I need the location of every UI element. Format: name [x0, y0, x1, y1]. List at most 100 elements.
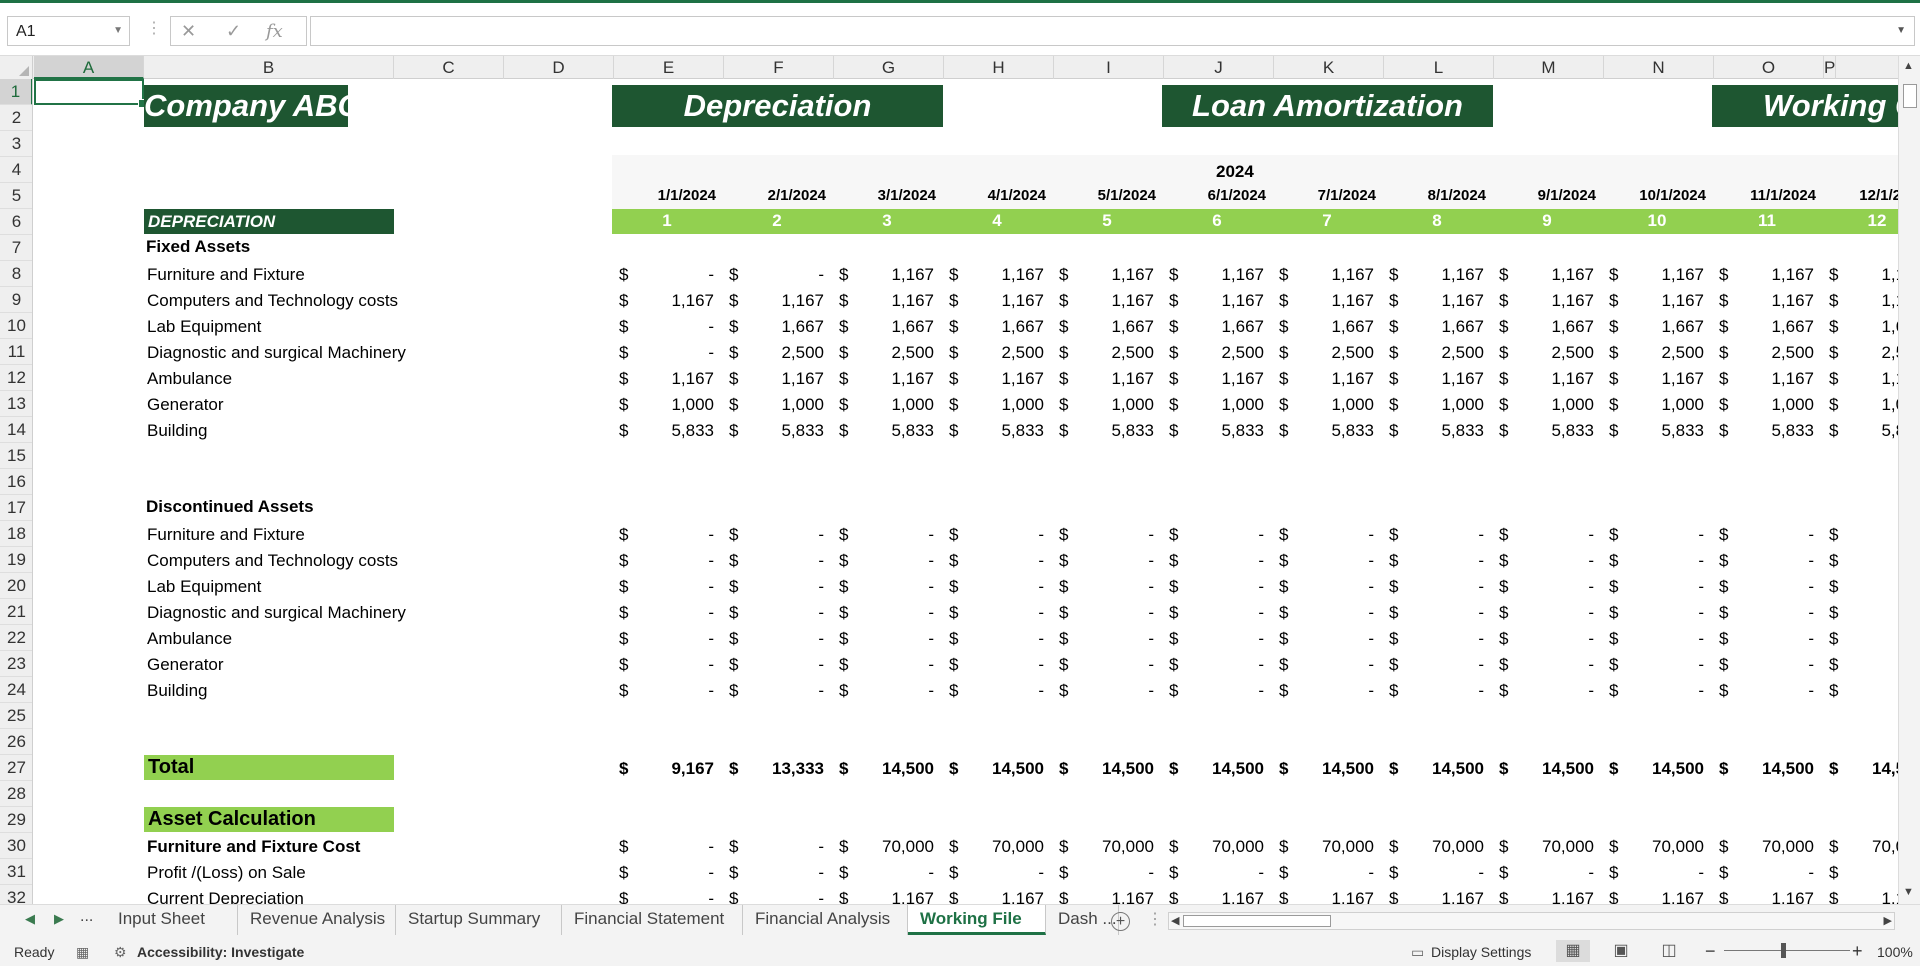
horizontal-scrollbar[interactable]: ◀ ▶: [1168, 912, 1895, 930]
column-header-b[interactable]: B: [144, 56, 394, 79]
column-header-k[interactable]: K: [1274, 56, 1384, 79]
prev-sheet-icon[interactable]: ◀: [25, 911, 35, 927]
sheet-tab[interactable]: Dash ...: [1046, 905, 1119, 935]
value-cell: 2,500: [1001, 343, 1044, 362]
row-header-12[interactable]: 12: [0, 365, 32, 391]
display-settings-button[interactable]: Display Settings: [1431, 944, 1531, 960]
column-header-l[interactable]: L: [1384, 56, 1494, 79]
zoom-in-icon[interactable]: +: [1852, 941, 1863, 962]
page-layout-icon[interactable]: ▣: [1604, 940, 1638, 962]
row-header-27[interactable]: 27: [0, 755, 32, 781]
column-header-j[interactable]: J: [1164, 56, 1274, 79]
row-header-18[interactable]: 18: [0, 521, 32, 547]
row-header-2[interactable]: 2: [0, 105, 32, 131]
page-break-preview-icon[interactable]: ◫: [1652, 940, 1686, 962]
more-sheets-button[interactable]: ...: [80, 908, 93, 926]
value-cell: 1,167: [1001, 291, 1044, 310]
column-header-o[interactable]: O: [1714, 56, 1824, 79]
normal-view-icon[interactable]: ▦: [1556, 940, 1590, 962]
sheet-tab[interactable]: Revenue Analysis: [238, 905, 396, 935]
column-header-i[interactable]: I: [1054, 56, 1164, 79]
row-header-7[interactable]: 7: [0, 235, 32, 261]
column-header-f[interactable]: F: [724, 56, 834, 79]
row-header-15[interactable]: 15: [0, 443, 32, 469]
column-header-n[interactable]: N: [1604, 56, 1714, 79]
scroll-right-icon[interactable]: ▶: [1884, 914, 1892, 927]
row-header-22[interactable]: 22: [0, 625, 32, 651]
name-box-value: A1: [16, 23, 36, 40]
column-header-g[interactable]: G: [834, 56, 944, 79]
row-header-31[interactable]: 31: [0, 859, 32, 885]
row-header-17[interactable]: 17: [0, 495, 32, 521]
sheet-tab[interactable]: Startup Summary: [396, 905, 562, 935]
sheet-tab[interactable]: Working File: [908, 905, 1046, 935]
column-header-e[interactable]: E: [614, 56, 724, 79]
row-header-29[interactable]: 29: [0, 807, 32, 833]
vertical-scroll-thumb[interactable]: [1903, 84, 1917, 108]
column-header-h[interactable]: H: [944, 56, 1054, 79]
formula-input[interactable]: ▼: [310, 16, 1915, 46]
row-header-3[interactable]: 3: [0, 131, 32, 157]
sheet-tab[interactable]: Input Sheet: [106, 905, 238, 935]
chevron-down-icon[interactable]: ▼: [113, 25, 123, 36]
insert-function-icon[interactable]: fx: [266, 21, 283, 42]
row-header-14[interactable]: 14: [0, 417, 32, 443]
column-header-d[interactable]: D: [504, 56, 614, 79]
expand-formula-icon[interactable]: ▼: [1896, 25, 1906, 36]
select-all-button[interactable]: [0, 56, 33, 79]
sheet-tab[interactable]: Financial Analysis: [743, 905, 908, 935]
accessibility-icon[interactable]: ⚙: [114, 944, 127, 961]
row-header-21[interactable]: 21: [0, 599, 32, 625]
value-cell: 70,000: [1872, 837, 1898, 856]
row-header-8[interactable]: 8: [0, 261, 32, 287]
sheet-tab[interactable]: Financial Statement: [562, 905, 743, 935]
active-cell[interactable]: [34, 79, 147, 108]
macro-record-icon[interactable]: ▦: [76, 944, 89, 961]
row-header-13[interactable]: 13: [0, 391, 32, 417]
row-header-10[interactable]: 10: [0, 313, 32, 339]
column-header-c[interactable]: C: [394, 56, 504, 79]
column-header-a[interactable]: A: [34, 56, 144, 79]
row-header-28[interactable]: 28: [0, 781, 32, 807]
tab-split-handle[interactable]: ⋮: [1147, 909, 1163, 929]
name-box[interactable]: A1 ▼: [7, 16, 130, 46]
vertical-scrollbar[interactable]: ▲ ▼: [1898, 56, 1920, 904]
accessibility-status[interactable]: Accessibility: Investigate: [137, 944, 304, 960]
row-header-30[interactable]: 30: [0, 833, 32, 859]
cancel-icon[interactable]: ✕: [181, 21, 196, 42]
value-cell: -: [1808, 629, 1814, 648]
zoom-slider-thumb[interactable]: [1781, 943, 1786, 958]
display-settings-icon[interactable]: ▭: [1411, 944, 1424, 961]
row-header-9[interactable]: 9: [0, 287, 32, 313]
row-header-25[interactable]: 25: [0, 703, 32, 729]
more-options-icon[interactable]: ⋮: [146, 18, 162, 38]
row-header-20[interactable]: 20: [0, 573, 32, 599]
scroll-down-icon[interactable]: ▼: [1903, 886, 1914, 898]
value-cell: 14,500: [1872, 759, 1898, 778]
row-header-1[interactable]: 1: [0, 79, 32, 105]
column-header-m[interactable]: M: [1494, 56, 1604, 79]
horizontal-scroll-thumb[interactable]: [1183, 915, 1331, 927]
column-header-p[interactable]: P: [1824, 56, 1837, 79]
value-cell: -: [1038, 863, 1044, 882]
enter-icon[interactable]: ✓: [226, 21, 241, 42]
row-header-6[interactable]: 6: [0, 209, 32, 235]
row-header-19[interactable]: 19: [0, 547, 32, 573]
add-sheet-icon[interactable]: +: [1111, 912, 1130, 931]
row-header-11[interactable]: 11: [0, 339, 32, 365]
row-header-23[interactable]: 23: [0, 651, 32, 677]
zoom-slider-track[interactable]: [1724, 950, 1850, 951]
zoom-level[interactable]: 100%: [1877, 944, 1913, 960]
zoom-out-icon[interactable]: −: [1705, 941, 1716, 962]
scroll-up-icon[interactable]: ▲: [1903, 60, 1914, 72]
row-header-4[interactable]: 4: [0, 157, 32, 183]
worksheet-grid[interactable]: Company ABC Depreciation Loan Amortizati…: [34, 79, 1898, 904]
scroll-left-icon[interactable]: ◀: [1171, 914, 1179, 927]
next-sheet-icon[interactable]: ▶: [54, 911, 64, 927]
row-header-24[interactable]: 24: [0, 677, 32, 703]
row-header-5[interactable]: 5: [0, 183, 32, 209]
row-header-32[interactable]: 32: [0, 885, 32, 904]
value-cell: -: [1588, 863, 1594, 882]
row-header-26[interactable]: 26: [0, 729, 32, 755]
row-header-16[interactable]: 16: [0, 469, 32, 495]
